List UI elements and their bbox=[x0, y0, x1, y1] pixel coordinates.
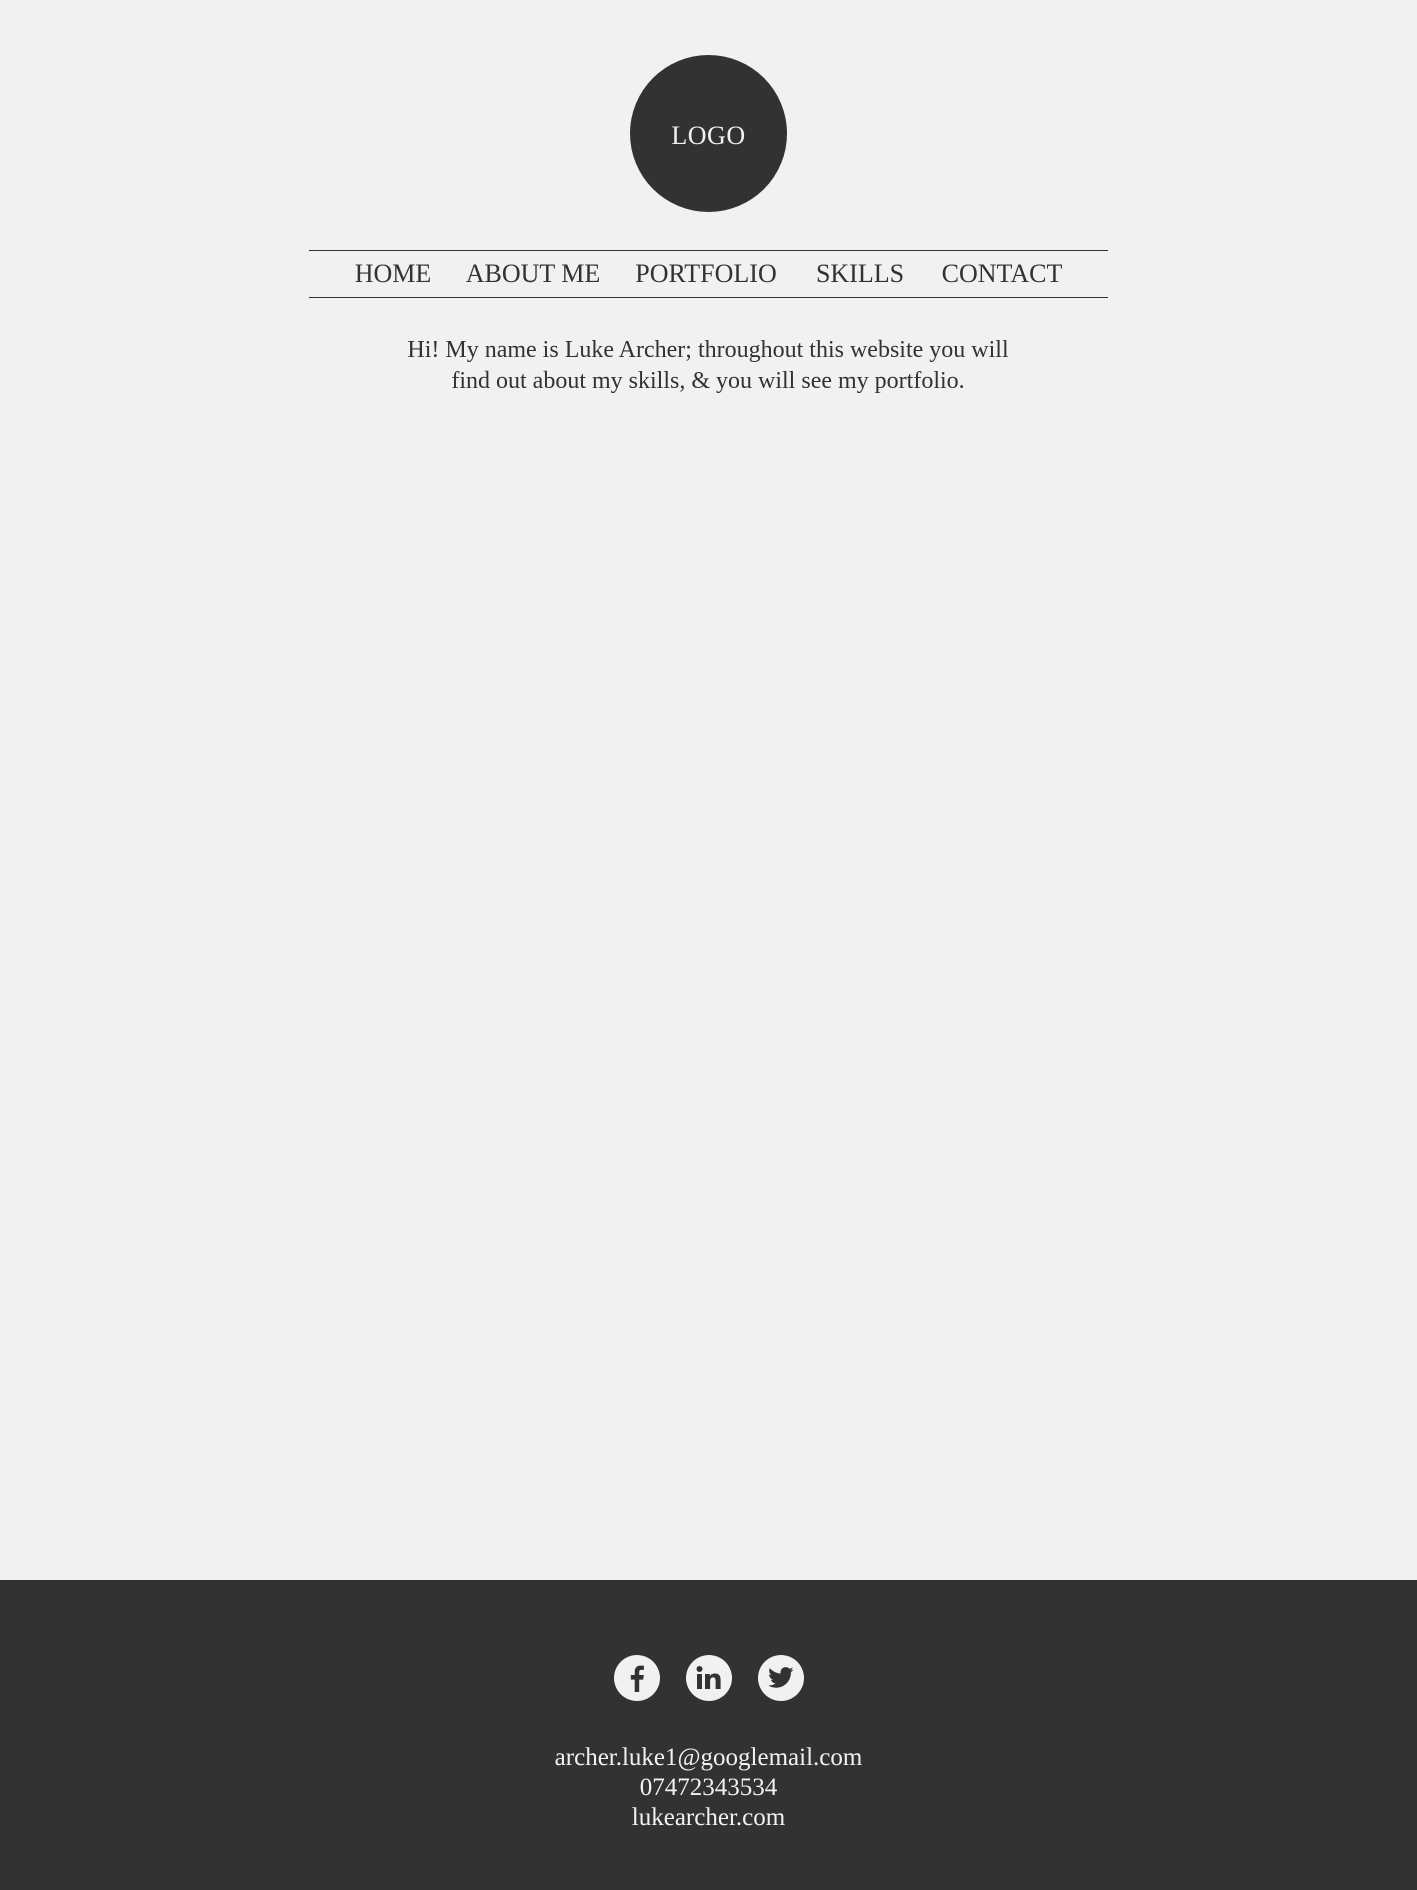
contact-info: archer.luke1@googlemail.com 07472343534 … bbox=[0, 1743, 1417, 1833]
linkedin-icon[interactable] bbox=[686, 1655, 732, 1701]
contact-email[interactable]: archer.luke1@googlemail.com bbox=[0, 1743, 1417, 1773]
contact-website[interactable]: lukearcher.com bbox=[0, 1803, 1417, 1833]
main-nav: HOME ABOUT ME PORTFOLIO SKILLS CONTACT bbox=[309, 250, 1108, 298]
nav-item-about-me[interactable]: ABOUT ME bbox=[466, 251, 601, 297]
nav-item-portfolio[interactable]: PORTFOLIO bbox=[635, 251, 776, 297]
logo-text: LOGO bbox=[671, 120, 746, 150]
intro-line-1: Hi! My name is Luke Archer; throughout t… bbox=[407, 337, 1009, 363]
intro-text: Hi! My name is Luke Archer; throughout t… bbox=[308, 335, 1108, 397]
social-links bbox=[0, 1655, 1417, 1703]
facebook-icon[interactable] bbox=[614, 1655, 660, 1701]
page: LOGO HOME ABOUT ME PORTFOLIO SKILLS CONT… bbox=[0, 0, 1417, 1890]
contact-phone[interactable]: 07472343534 bbox=[0, 1773, 1417, 1803]
nav-item-home[interactable]: HOME bbox=[355, 251, 432, 297]
nav-item-contact[interactable]: CONTACT bbox=[942, 251, 1063, 297]
nav-item-skills[interactable]: SKILLS bbox=[816, 251, 904, 297]
logo[interactable]: LOGO bbox=[630, 55, 787, 212]
footer: archer.luke1@googlemail.com 07472343534 … bbox=[0, 1580, 1417, 1890]
intro-line-2: find out about my skills, & you will see… bbox=[451, 368, 965, 394]
twitter-icon[interactable] bbox=[758, 1655, 804, 1701]
